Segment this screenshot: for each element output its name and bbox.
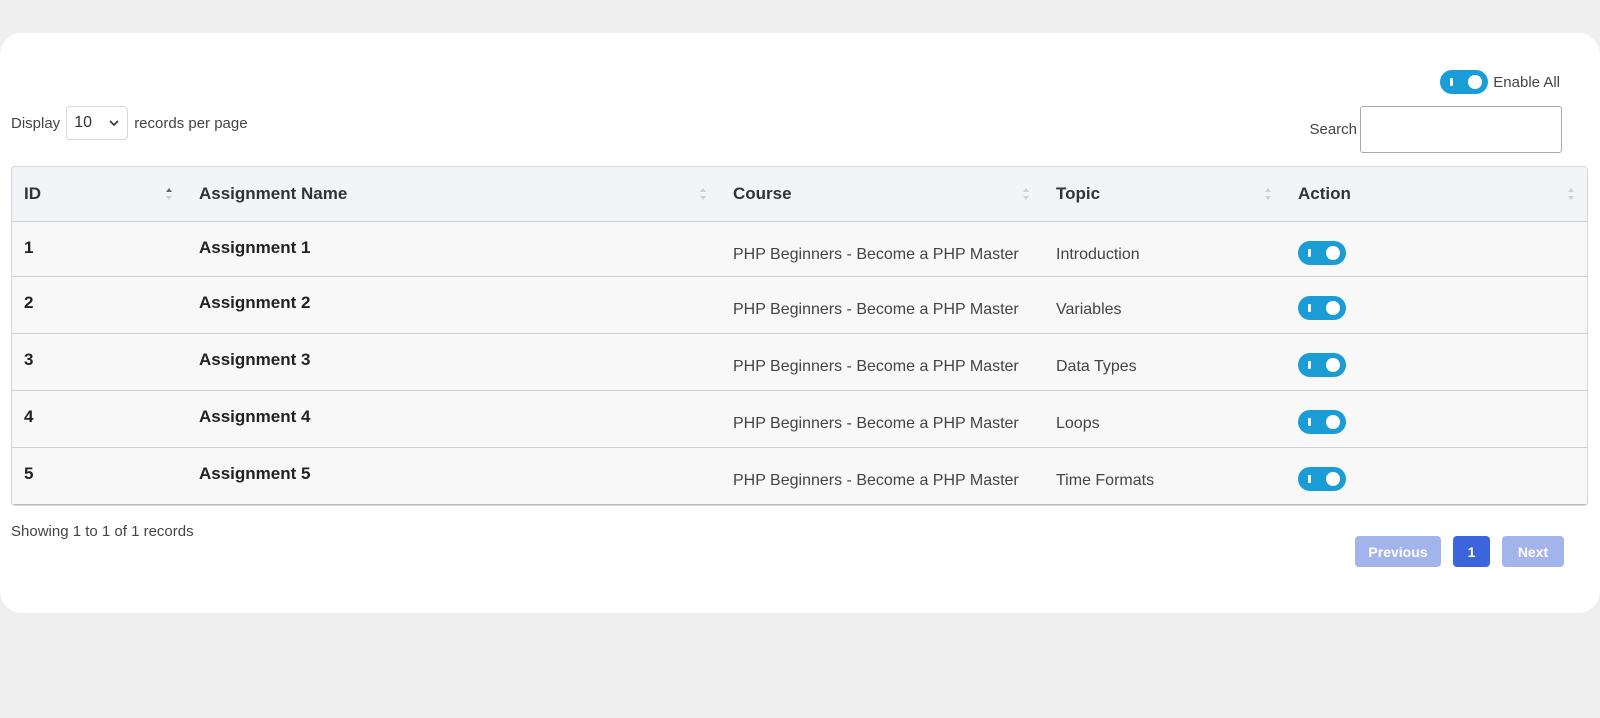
cell-topic: Time Formats: [1044, 447, 1286, 505]
cell-id: 2: [12, 276, 187, 334]
column-header-assignment-name[interactable]: Assignment Name: [187, 167, 721, 222]
enable-all-toggle[interactable]: [1440, 70, 1489, 94]
records-per-page-select[interactable]: 10: [66, 106, 129, 140]
cell-topic: Data Types: [1044, 333, 1286, 391]
toggle-on-mark-icon: [1308, 474, 1311, 483]
search-label: Search: [1309, 121, 1357, 138]
table-row: 4 Assignment 4 PHP Beginners - Become a …: [12, 390, 1587, 448]
toggle-knob-icon: [1326, 357, 1340, 372]
assignment-enable-toggle[interactable]: [1298, 240, 1346, 265]
toggle-knob-icon: [1326, 300, 1340, 315]
toggle-on-mark-icon: [1308, 360, 1311, 369]
chevron-down-icon: [109, 120, 119, 127]
toggle-knob-icon: [1468, 75, 1483, 89]
table-row: 3 Assignment 3 PHP Beginners - Become a …: [12, 333, 1587, 391]
cell-course: PHP Beginners - Become a PHP Master: [721, 333, 1044, 391]
sort-icon: [1265, 188, 1271, 200]
enable-all-control: Enable All: [1440, 70, 1560, 94]
content-card: Enable All Display 10 records per page S…: [0, 33, 1600, 613]
column-header-id[interactable]: ID: [12, 167, 187, 222]
cell-action: [1286, 276, 1587, 334]
next-page-button[interactable]: Next: [1502, 536, 1564, 567]
column-header-topic[interactable]: Topic: [1044, 167, 1286, 222]
sort-icon: [1023, 188, 1029, 200]
assignment-enable-toggle[interactable]: [1298, 352, 1346, 377]
toggle-knob-icon: [1326, 245, 1340, 260]
cell-action: [1286, 221, 1587, 277]
toggle-on-mark-icon: [1308, 248, 1311, 257]
cell-assignment-name: Assignment 3: [187, 333, 721, 391]
cell-id: 1: [12, 221, 187, 277]
cell-topic: Loops: [1044, 390, 1286, 448]
column-header-course[interactable]: Course: [721, 167, 1044, 222]
display-label: Display: [11, 114, 61, 132]
enable-all-label: Enable All: [1493, 73, 1560, 91]
toggle-on-mark-icon: [1308, 303, 1311, 312]
cell-assignment-name: Assignment 2: [187, 276, 721, 334]
cell-action: [1286, 390, 1587, 448]
records-per-page-value: 10: [74, 114, 92, 131]
search-input[interactable]: [1360, 106, 1562, 153]
cell-course: PHP Beginners - Become a PHP Master: [721, 390, 1044, 448]
toggle-knob-icon: [1326, 414, 1340, 429]
assignment-enable-toggle[interactable]: [1298, 466, 1346, 491]
toggle-knob-icon: [1326, 471, 1340, 486]
cell-course: PHP Beginners - Become a PHP Master: [721, 276, 1044, 334]
cell-action: [1286, 447, 1587, 505]
page-1-button[interactable]: 1: [1453, 536, 1490, 567]
cell-id: 5: [12, 447, 187, 505]
cell-topic: Variables: [1044, 276, 1286, 334]
cell-assignment-name: Assignment 4: [187, 390, 721, 448]
column-header-action[interactable]: Action: [1286, 167, 1587, 222]
table-row: 2 Assignment 2 PHP Beginners - Become a …: [12, 276, 1587, 334]
table-header-row: ID Assignment Name Course Topic Action: [12, 167, 1587, 222]
previous-page-button[interactable]: Previous: [1355, 536, 1441, 567]
table-info: Showing 1 to 1 of 1 records: [11, 523, 194, 540]
toggle-on-mark-icon: [1308, 417, 1311, 426]
cell-assignment-name: Assignment 1: [187, 221, 721, 277]
search-control: Search: [1309, 106, 1562, 153]
assignment-enable-toggle[interactable]: [1298, 409, 1346, 434]
cell-course: PHP Beginners - Become a PHP Master: [721, 447, 1044, 505]
assignments-table: ID Assignment Name Course Topic Action 1…: [11, 166, 1588, 506]
sort-icon: [1568, 188, 1574, 200]
table-row: 5 Assignment 5 PHP Beginners - Become a …: [12, 447, 1587, 505]
cell-action: [1286, 333, 1587, 391]
records-per-page-label: records per page: [134, 114, 248, 132]
cell-course: PHP Beginners - Become a PHP Master: [721, 221, 1044, 277]
cell-id: 3: [12, 333, 187, 391]
records-per-page-control: Display 10 records per page: [11, 106, 248, 140]
assignment-enable-toggle[interactable]: [1298, 295, 1346, 320]
cell-id: 4: [12, 390, 187, 448]
sort-ascending-icon: [166, 188, 172, 200]
cell-topic: Introduction: [1044, 221, 1286, 277]
cell-assignment-name: Assignment 5: [187, 447, 721, 505]
pagination: Previous 1 Next: [1355, 536, 1564, 567]
toggle-on-mark-icon: [1450, 78, 1454, 86]
table-row: 1 Assignment 1 PHP Beginners - Become a …: [12, 221, 1587, 277]
sort-icon: [700, 188, 706, 200]
